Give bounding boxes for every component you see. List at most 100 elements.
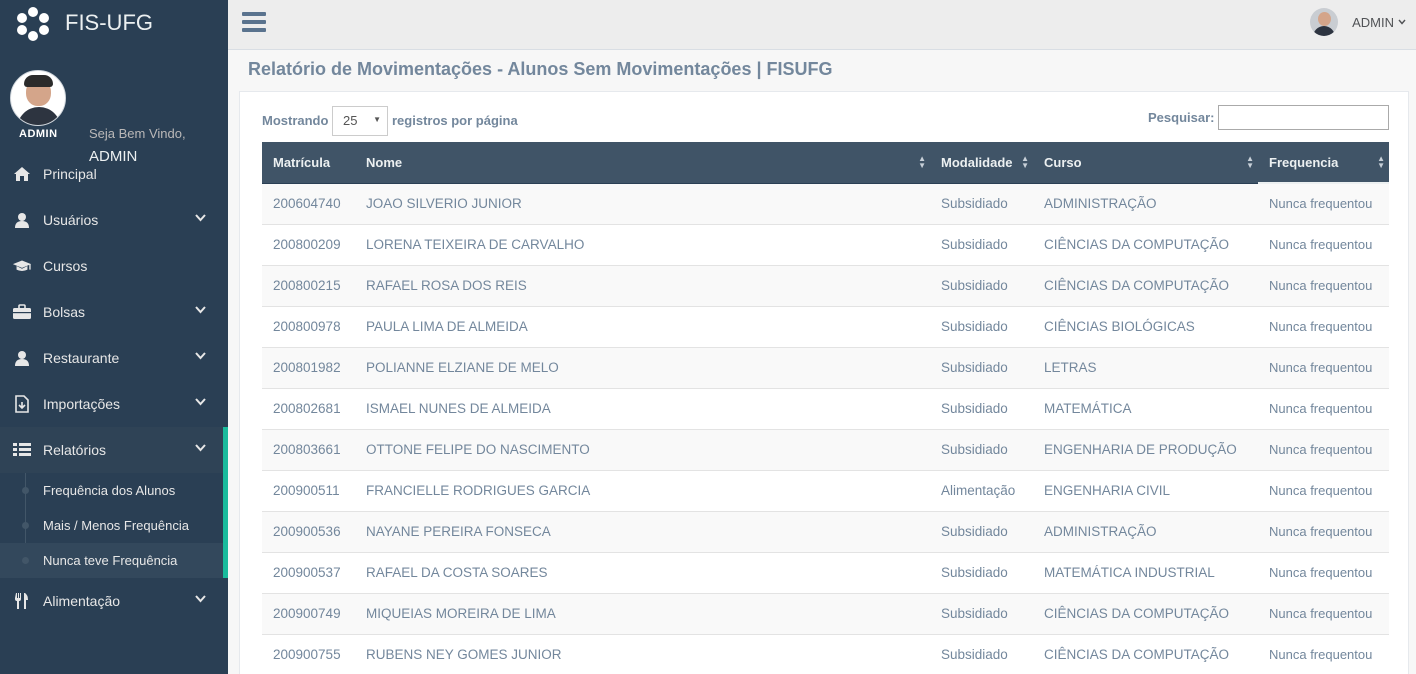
cell-modalidade: Subsidiado [930, 346, 1033, 388]
cell-frequencia: Nunca frequentou [1258, 469, 1389, 511]
column-header-label: Frequencia [1269, 154, 1339, 170]
column-header-nome[interactable]: Nome ▲ ▼ [355, 142, 930, 184]
cell-curso: ADMINISTRAÇÃO [1033, 510, 1258, 552]
table-row[interactable]: 200800215 RAFAEL ROSA DOS REIS Subsidiado C… [262, 264, 1389, 306]
column-header-modalidade[interactable]: Modalidade ▲ ▼ [930, 142, 1033, 184]
cell-modalidade: Subsidiado [930, 633, 1033, 674]
cell-nome: PAULA LIMA DE ALMEIDA [355, 305, 930, 347]
column-header-label: Modalidade [941, 154, 1013, 170]
cell-modalidade: Subsidiado [930, 592, 1033, 634]
cell-curso: CIÊNCIAS DA COMPUTAÇÃO [1033, 633, 1258, 674]
sidebar-item-principal[interactable]: Principal [0, 151, 228, 197]
table-row[interactable]: 200900511 FRANCIELLE RODRIGUES GARCIA Alim… [262, 469, 1389, 511]
column-header-matricula[interactable]: Matrícula [262, 142, 355, 184]
cell-matricula: 200800215 [262, 264, 355, 306]
cell-matricula: 200800209 [262, 223, 355, 265]
table-row[interactable]: 200801982 POLIANNE ELZIANE DE MELO Subsidi… [262, 346, 1389, 388]
table-row[interactable]: 200803661 OTTONE FELIPE DO NASCIMENTO Subs… [262, 428, 1389, 470]
cell-matricula: 200801982 [262, 346, 355, 388]
sidebar-item-label: Restaurante [43, 350, 120, 366]
column-header-label: Nome [366, 154, 403, 170]
cell-curso: LETRAS [1033, 346, 1258, 388]
report-table: Matrícula Nome ▲ ▼ Modalidade ▲ ▼ Curso ▲ ▼ Fr… [262, 142, 1389, 674]
cell-matricula: 200802681 [262, 387, 355, 429]
sidebar-item-restaurante[interactable]: Restaurante [0, 335, 228, 381]
submenu-item-label: Frequência dos Alunos [43, 483, 176, 498]
top-nav: ADMIN [228, 0, 1416, 50]
chevron-down-icon [195, 213, 206, 225]
cell-frequencia: Nunca frequentou [1258, 428, 1389, 470]
profile-role: ADMIN [19, 128, 58, 140]
sidebar-menu: Principal Usuários Cursos Bolsas Restaur… [0, 151, 228, 624]
cell-frequencia: Nunca frequentou [1258, 592, 1389, 634]
cell-frequencia: Nunca frequentou [1258, 223, 1389, 265]
cell-nome: JOAO SILVERIO JUNIOR [355, 182, 930, 224]
cell-modalidade: Subsidiado [930, 264, 1033, 306]
sidebar-item-bolsas[interactable]: Bolsas [0, 289, 228, 335]
cell-curso: CIÊNCIAS DA COMPUTAÇÃO [1033, 592, 1258, 634]
cutlery-icon [12, 591, 32, 611]
cell-matricula: 200900511 [262, 469, 355, 511]
cell-frequencia: Nunca frequentou [1258, 182, 1389, 224]
table-row[interactable]: 200604740 JOAO SILVERIO JUNIOR Subsidiado A… [262, 182, 1389, 224]
submenu-item-frequencia-alunos[interactable]: Frequência dos Alunos [0, 473, 223, 508]
app-title: FIS-UFG [65, 10, 153, 35]
cell-nome: POLIANNE ELZIANE DE MELO [355, 346, 930, 388]
table-body: 200604740 JOAO SILVERIO JUNIOR Subsidiado A… [262, 182, 1389, 674]
chevron-down-icon [195, 397, 206, 409]
sidebar-item-alimentacao[interactable]: Alimentação [0, 578, 228, 624]
sidebar-item-label: Alimentação [43, 593, 121, 609]
cell-curso: CIÊNCIAS BIOLÓGICAS [1033, 305, 1258, 347]
sidebar-item-importacoes[interactable]: Importações [0, 381, 228, 427]
sort-icon: ▲ ▼ [1021, 154, 1029, 170]
cell-modalidade: Subsidiado [930, 182, 1033, 224]
menu-toggle-icon[interactable] [242, 12, 266, 32]
search-input[interactable] [1218, 105, 1389, 130]
file-import-icon [12, 394, 32, 414]
table-row[interactable]: 200800978 PAULA LIMA DE ALMEIDA Subsidiado… [262, 305, 1389, 347]
sidebar-item-usuarios[interactable]: Usuários [0, 197, 228, 243]
cell-curso: MATEMÁTICA INDUSTRIAL [1033, 551, 1258, 593]
table-row[interactable]: 200900749 MIQUEIAS MOREIRA DE LIMA Subsidi… [262, 592, 1389, 634]
home-icon [12, 164, 32, 184]
sort-icon: ▲ ▼ [918, 154, 926, 170]
cell-nome: MIQUEIAS MOREIRA DE LIMA [355, 592, 930, 634]
cell-nome: RUBENS NEY GOMES JUNIOR [355, 633, 930, 674]
column-header-frequencia[interactable]: Frequencia ▲ ▼ [1258, 142, 1389, 184]
table-row[interactable]: 200900536 NAYANE PEREIRA FONSECA Subsidiad… [262, 510, 1389, 552]
page-size-select[interactable]: 25 ▼ [332, 106, 388, 136]
chevron-down-icon [195, 443, 206, 455]
sidebar-item-cursos[interactable]: Cursos [0, 243, 228, 289]
graduation-cap-icon [12, 256, 32, 276]
cell-nome: OTTONE FELIPE DO NASCIMENTO [355, 428, 930, 470]
table-row[interactable]: 200800209 LORENA TEIXEIRA DE CARVALHO Subs… [262, 223, 1389, 265]
column-header-curso[interactable]: Curso ▲ ▼ [1033, 142, 1258, 184]
cell-modalidade: Subsidiado [930, 223, 1033, 265]
brand[interactable]: FIS-UFG [0, 0, 228, 46]
chevron-down-icon [1398, 17, 1406, 27]
user-icon [12, 210, 32, 230]
cell-matricula: 200800978 [262, 305, 355, 347]
cell-frequencia: Nunca frequentou [1258, 346, 1389, 388]
table-row[interactable]: 200802681 ISMAEL NUNES DE ALMEIDA Subsidia… [262, 387, 1389, 429]
sidebar-item-label: Importações [43, 396, 121, 412]
cell-nome: RAFAEL DA COSTA SOARES [355, 551, 930, 593]
cell-matricula: 200900537 [262, 551, 355, 593]
page-title: Relatório de Movimentações - Alunos Sem … [248, 59, 833, 79]
cell-matricula: 200900749 [262, 592, 355, 634]
cell-frequencia: Nunca frequentou [1258, 551, 1389, 593]
cell-frequencia: Nunca frequentou [1258, 387, 1389, 429]
column-header-label: Matrícula [273, 154, 331, 170]
sort-icon: ▲ ▼ [1246, 154, 1254, 170]
submenu-item-label: Mais / Menos Frequência [43, 518, 189, 533]
table-row[interactable]: 200900537 RAFAEL DA COSTA SOARES Subsidiad… [262, 551, 1389, 593]
sidebar-item-relatorios[interactable]: Relatórios [0, 427, 228, 473]
submenu-item-nunca-teve-frequencia[interactable]: Nunca teve Frequência [0, 543, 223, 578]
cell-curso: ENGENHARIA DE PRODUÇÃO [1033, 428, 1258, 470]
cell-nome: ISMAEL NUNES DE ALMEIDA [355, 387, 930, 429]
submenu-item-mais-menos-frequencia[interactable]: Mais / Menos Frequência [0, 508, 223, 543]
table-row[interactable]: 200900755 RUBENS NEY GOMES JUNIOR Subsidia… [262, 633, 1389, 674]
user-menu[interactable]: ADMIN [1310, 7, 1406, 37]
cell-curso: CIÊNCIAS DA COMPUTAÇÃO [1033, 264, 1258, 306]
cell-modalidade: Subsidiado [930, 387, 1033, 429]
